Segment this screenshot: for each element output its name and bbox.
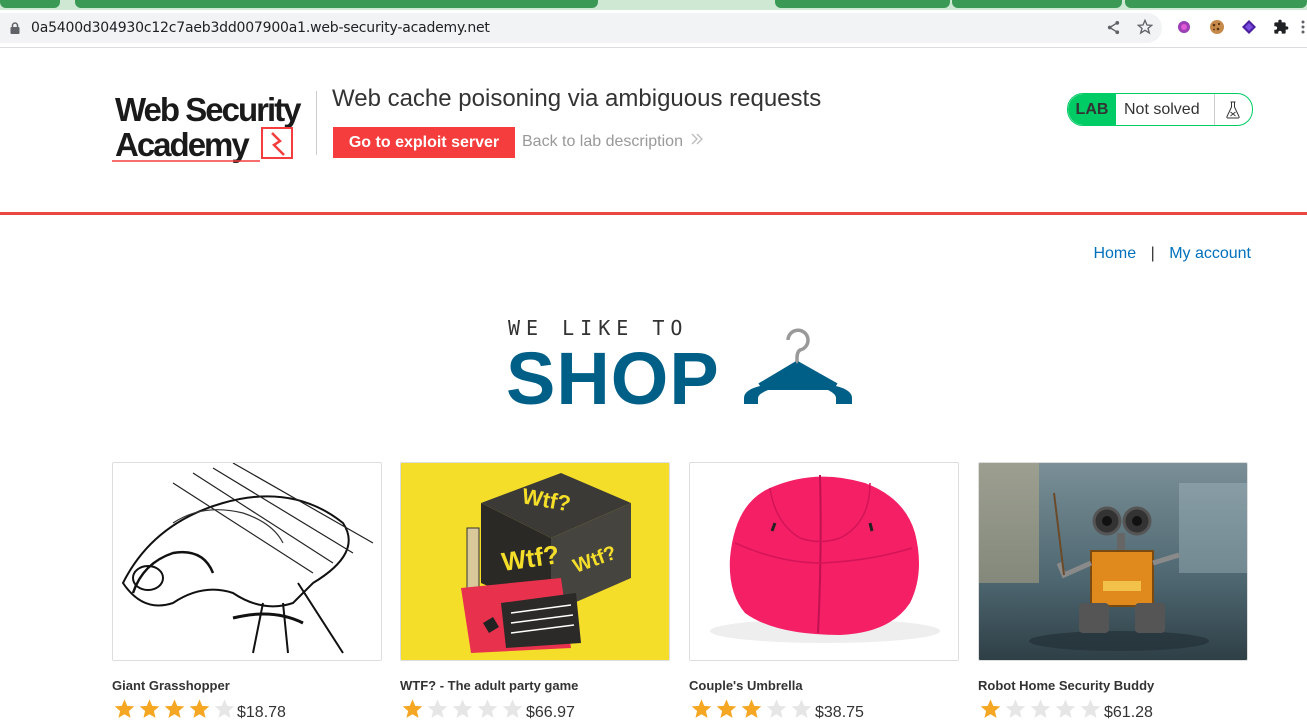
lab-badge: LAB [1068,94,1116,125]
url-text[interactable]: 0a5400d304930c12c7aeb3dd007900a1.web-sec… [31,20,490,36]
puzzle-icon[interactable] [1272,18,1290,36]
product-name: Giant Grasshopper [112,678,230,693]
star-empty-icon [427,699,448,718]
nav-separator: | [1150,245,1155,262]
star-filled-icon [189,699,210,718]
star-filled-icon [716,699,737,718]
double-chevron-right-icon[interactable] [690,132,704,149]
star-empty-icon [791,699,812,718]
star-empty-icon [1080,699,1101,718]
star-filled-icon [114,699,135,718]
star-filled-icon [980,699,1001,718]
extension-diamond-icon[interactable] [1240,18,1258,36]
star-empty-icon [1030,699,1051,718]
back-to-lab-description-link[interactable]: Back to lab description [522,133,683,151]
lab-status-text: Not solved [1124,100,1200,118]
product-name: WTF? - The adult party game [400,678,579,693]
nav-my-account-link[interactable]: My account [1169,245,1251,262]
star-filled-icon [691,699,712,718]
product-image-grasshopper[interactable] [112,462,382,661]
product-card[interactable]: Giant Grasshopper $18.78 [112,462,382,721]
star-empty-icon [452,699,473,718]
star-filled-icon [139,699,160,718]
star-empty-icon [214,699,235,718]
browser-tab[interactable] [775,0,950,8]
shop-banner: WE LIKE TO SHOP [506,314,858,420]
coat-hanger-icon [744,328,852,404]
browser-tab[interactable] [0,0,60,8]
address-bar[interactable]: 0a5400d304930c12c7aeb3dd007900a1.web-sec… [0,13,1162,43]
product-name: Couple's Umbrella [689,678,803,693]
product-price: $18.78 [237,704,286,721]
product-price: $38.75 [815,704,864,721]
extension-purple-icon[interactable] [1175,18,1193,36]
product-image-wtf-game[interactable]: Wtf? Wtf? Wtf? [400,462,670,661]
product-rating [400,698,525,720]
lab-header: Web Security Academy Web cache poisoning… [0,48,1307,215]
browser-toolbar: 0a5400d304930c12c7aeb3dd007900a1.web-sec… [0,10,1307,48]
star-filled-icon [741,699,762,718]
star-empty-icon [477,699,498,718]
product-price: $61.28 [1104,704,1153,721]
product-name: Robot Home Security Buddy [978,678,1155,693]
browser-tab[interactable] [1125,0,1307,8]
product-price: $66.97 [526,704,575,721]
star-icon[interactable] [1136,18,1154,36]
logo-divider [316,91,317,155]
star-empty-icon [502,699,523,718]
star-filled-icon [164,699,185,718]
browser-tab[interactable] [952,0,1122,8]
star-empty-icon [1005,699,1026,718]
banner-title: SHOP [506,337,720,420]
share-icon[interactable] [1104,18,1122,36]
browser-tabstrip [0,0,1307,10]
product-rating [978,698,1103,720]
product-rating [112,698,237,720]
flask-icon [1214,94,1251,125]
menu-icon[interactable] [1298,18,1307,36]
product-card[interactable]: Robot Home Security Buddy $61.28 [978,462,1248,721]
star-filled-icon [402,699,423,718]
product-image-umbrella[interactable] [689,462,959,661]
logo-text-line1: Web Security [115,93,302,128]
web-security-academy-logo[interactable]: Web Security Academy [112,91,317,165]
star-empty-icon [766,699,787,718]
product-image-robot[interactable] [978,462,1248,661]
cookie-icon[interactable] [1208,18,1226,36]
star-empty-icon [1055,699,1076,718]
nav-home-link[interactable]: Home [1093,245,1136,262]
logo-text-line2: Academy [115,126,250,163]
browser-tab[interactable] [75,0,598,8]
top-navigation: Home | My account [1093,245,1251,263]
lab-title: Web cache poisoning via ambiguous reques… [332,85,822,112]
go-to-exploit-server-button[interactable]: Go to exploit server [333,127,515,158]
product-card[interactable]: Couple's Umbrella $38.75 [689,462,959,721]
lab-status-widget: LAB Not solved [1067,93,1253,126]
product-rating [689,698,814,720]
lock-icon[interactable] [10,22,20,34]
product-card[interactable]: Wtf? Wtf? Wtf? WTF? - The adult party ga… [400,462,670,721]
